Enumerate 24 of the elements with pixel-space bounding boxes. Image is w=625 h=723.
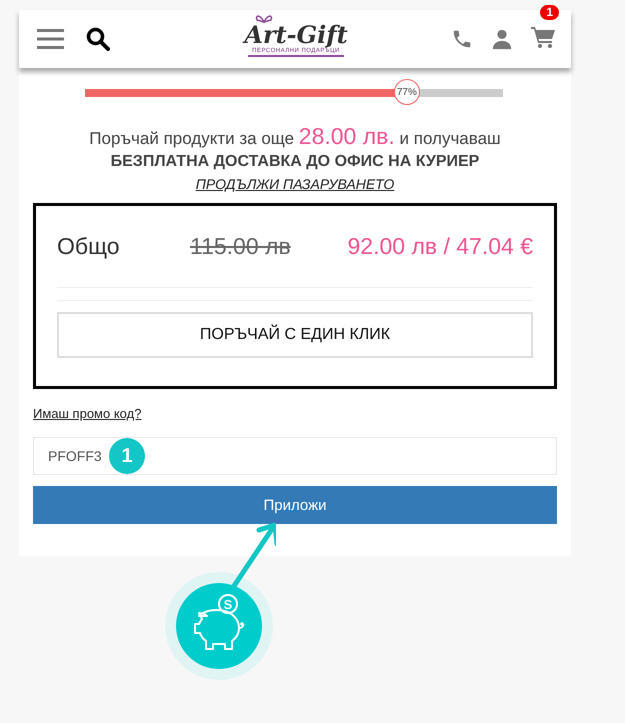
search-icon[interactable] (86, 27, 110, 51)
promo-code-field[interactable]: PFOFF3 1 (33, 437, 557, 475)
apply-button[interactable]: Приложи (33, 486, 557, 524)
free-shipping-text: и получаваш (400, 129, 501, 148)
cart-icon[interactable] (531, 26, 555, 48)
continue-shopping-link[interactable]: ПРОДЪЛЖИ ПАЗАРУВАНЕТО (196, 176, 394, 192)
piggy-bank-annotation-drawing: S (164, 520, 276, 680)
phone-icon[interactable] (451, 28, 473, 50)
progress-label: 77% (394, 79, 420, 105)
promo-code-value: PFOFF3 (48, 448, 102, 464)
cart-count-badge: 1 (540, 4, 559, 20)
step-badge: 1 (109, 438, 145, 474)
one-click-order-button[interactable]: ПОРЪЧАЙ С ЕДИН КЛИК (57, 312, 533, 358)
user-icon[interactable] (491, 28, 513, 50)
logo-name[interactable]: Art-Gift (244, 22, 348, 48)
free-delivery-headline: БЕЗПЛАТНА ДОСТАВКА ДО ОФИС НА КУРИЕР (110, 153, 480, 171)
remaining-amount: 28.00 лв. (298, 123, 395, 149)
free-shipping-text: Поръчай продукти за още (89, 129, 294, 148)
menu-icon[interactable] (37, 28, 64, 50)
bow-icon (254, 14, 274, 24)
promo-code-link[interactable]: Имаш промо код? (33, 406, 142, 421)
old-price: 115.00 лв (190, 233, 292, 260)
total-price: 92.00 лв / 47.04 € (348, 233, 533, 260)
total-label: Общо (57, 233, 121, 260)
